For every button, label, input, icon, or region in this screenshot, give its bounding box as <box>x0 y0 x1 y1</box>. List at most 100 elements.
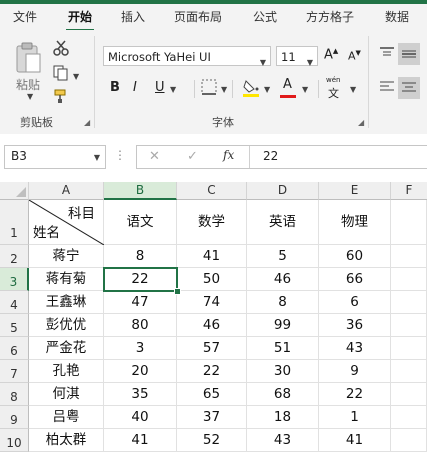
bold-button[interactable]: B <box>110 80 120 95</box>
student-name[interactable]: 孔艳 <box>29 360 104 383</box>
insert-function-icon[interactable]: fx <box>223 148 234 162</box>
student-name[interactable]: 柏太群 <box>29 429 104 452</box>
decrease-font-icon[interactable]: A▼ <box>348 49 361 63</box>
score-cell[interactable]: 43 <box>319 337 391 360</box>
tab-page-layout[interactable]: 页面布局 <box>174 8 222 30</box>
score-cell[interactable]: 41 <box>104 429 177 452</box>
score-cell[interactable]: 37 <box>177 406 247 429</box>
diagonal-header-cell[interactable]: 科目 姓名 <box>29 200 104 245</box>
row-header-3[interactable]: 3 <box>0 268 29 291</box>
subject-header-chinese[interactable]: 语文 <box>104 200 177 245</box>
subject-header-physics[interactable]: 物理 <box>319 200 391 245</box>
score-cell[interactable]: 22 <box>177 360 247 383</box>
subject-header-english[interactable]: 英语 <box>247 200 319 245</box>
score-cell[interactable]: 99 <box>247 314 319 337</box>
select-all-corner[interactable] <box>0 182 29 200</box>
score-cell[interactable]: 60 <box>319 245 391 268</box>
fill-color-icon[interactable] <box>242 78 260 102</box>
score-cell[interactable]: 40 <box>104 406 177 429</box>
align-middle-button[interactable] <box>398 43 420 65</box>
formula-bar-grip-icon[interactable]: ⋮ <box>114 148 126 162</box>
empty-cell[interactable] <box>391 268 427 291</box>
score-cell[interactable]: 74 <box>177 291 247 314</box>
score-cell[interactable]: 8 <box>247 291 319 314</box>
score-cell[interactable]: 50 <box>177 268 247 291</box>
borders-icon[interactable] <box>200 79 218 99</box>
paste-button[interactable] <box>14 40 44 76</box>
underline-button[interactable]: U <box>155 80 165 95</box>
fill-color-dropdown-icon[interactable]: ▼ <box>264 85 270 94</box>
format-painter-icon[interactable] <box>52 88 70 108</box>
student-name[interactable]: 严金花 <box>29 337 104 360</box>
score-cell[interactable]: 46 <box>247 268 319 291</box>
copy-icon[interactable] <box>52 65 70 85</box>
score-cell[interactable]: 46 <box>177 314 247 337</box>
score-cell[interactable]: 66 <box>319 268 391 291</box>
font-size-select[interactable]: 11 ▼ <box>276 46 318 67</box>
increase-font-icon[interactable]: A▲ <box>324 47 338 62</box>
phonetic-dropdown-icon[interactable]: ▼ <box>350 85 356 94</box>
borders-dropdown-icon[interactable]: ▼ <box>221 85 227 94</box>
score-cell[interactable]: 57 <box>177 337 247 360</box>
score-cell[interactable]: 52 <box>177 429 247 452</box>
empty-cell[interactable] <box>391 314 427 337</box>
score-cell[interactable]: 41 <box>319 429 391 452</box>
column-header-d[interactable]: D <box>247 182 319 200</box>
score-cell[interactable]: 9 <box>319 360 391 383</box>
empty-cell[interactable] <box>391 360 427 383</box>
align-top-icon[interactable] <box>378 46 396 64</box>
score-cell[interactable]: 20 <box>104 360 177 383</box>
student-name[interactable]: 蒋宁 <box>29 245 104 268</box>
tab-formulas[interactable]: 公式 <box>253 8 277 30</box>
row-header-8[interactable]: 8 <box>0 383 29 406</box>
empty-cell[interactable] <box>391 406 427 429</box>
column-header-e[interactable]: E <box>319 182 391 200</box>
underline-dropdown-icon[interactable]: ▼ <box>170 85 176 94</box>
score-cell[interactable]: 36 <box>319 314 391 337</box>
score-cell[interactable]: 3 <box>104 337 177 360</box>
student-name[interactable]: 王鑫琳 <box>29 291 104 314</box>
score-cell[interactable]: 35 <box>104 383 177 406</box>
enter-icon[interactable]: ✓ <box>187 149 198 164</box>
name-box[interactable]: B3 ▼ <box>4 145 106 169</box>
italic-button[interactable]: I <box>133 80 137 95</box>
row-header-2[interactable]: 2 <box>0 245 29 268</box>
column-header-c[interactable]: C <box>177 182 247 200</box>
student-name[interactable]: 何淇 <box>29 383 104 406</box>
empty-cell[interactable] <box>391 429 427 452</box>
row-header-10[interactable]: 10 <box>0 429 29 452</box>
tab-fangfang[interactable]: 方方格子 <box>306 8 354 30</box>
font-launcher-icon[interactable]: ◢ <box>358 118 364 127</box>
student-name[interactable]: 彭优优 <box>29 314 104 337</box>
row-header-4[interactable]: 4 <box>0 291 29 314</box>
align-center-button[interactable] <box>398 77 420 99</box>
tab-home[interactable]: 开始 <box>68 8 92 30</box>
cut-icon[interactable] <box>52 40 70 60</box>
empty-cell[interactable] <box>391 245 427 268</box>
score-cell[interactable]: 8 <box>104 245 177 268</box>
empty-cell[interactable] <box>391 291 427 314</box>
student-name[interactable]: 蒋有菊 <box>29 268 104 291</box>
tab-insert[interactable]: 插入 <box>121 8 145 30</box>
row-header-1[interactable]: 1 <box>0 200 29 245</box>
font-name-dropdown-icon[interactable]: ▼ <box>260 53 266 73</box>
copy-dropdown-icon[interactable]: ▼ <box>73 72 79 81</box>
score-cell[interactable]: 65 <box>177 383 247 406</box>
score-cell[interactable]: 30 <box>247 360 319 383</box>
subject-header-math[interactable]: 数学 <box>177 200 247 245</box>
student-name[interactable]: 吕粤 <box>29 406 104 429</box>
score-cell[interactable]: 41 <box>177 245 247 268</box>
tab-file[interactable]: 文件 <box>13 8 37 30</box>
score-cell[interactable]: 47 <box>104 291 177 314</box>
clipboard-launcher-icon[interactable]: ◢ <box>84 118 90 127</box>
score-cell[interactable]: 51 <box>247 337 319 360</box>
score-cell[interactable]: 68 <box>247 383 319 406</box>
empty-cell[interactable] <box>391 383 427 406</box>
column-header-b[interactable]: B <box>104 182 177 200</box>
cancel-icon[interactable]: ✕ <box>149 149 160 164</box>
font-size-dropdown-icon[interactable]: ▼ <box>307 53 313 73</box>
name-box-dropdown-icon[interactable]: ▼ <box>94 153 100 162</box>
row-header-5[interactable]: 5 <box>0 314 29 337</box>
score-cell[interactable]: 80 <box>104 314 177 337</box>
cell-f1[interactable] <box>391 200 427 245</box>
